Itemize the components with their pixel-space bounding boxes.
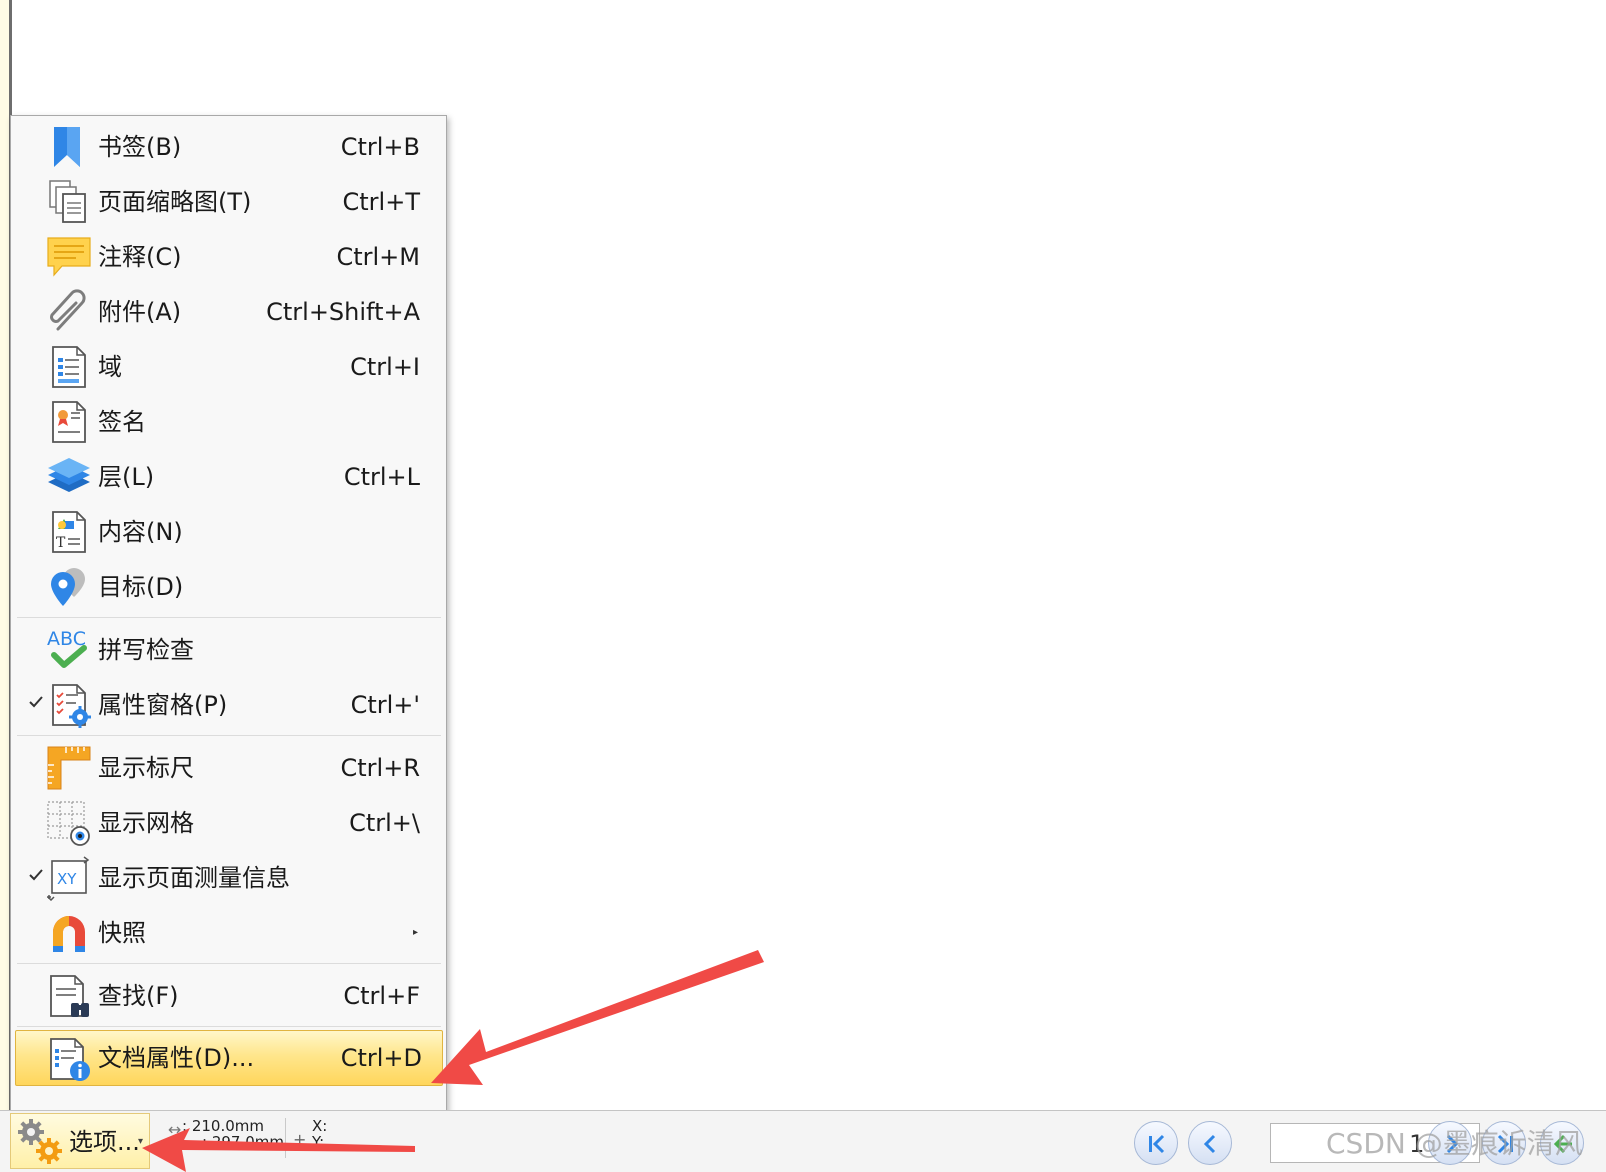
app-window: 书签(B) Ctrl+B 页面缩略图(T) Ctrl+T 注释(C) Ctrl+…: [0, 0, 1606, 1172]
form-fields-icon: [46, 344, 92, 390]
menu-item-shortcut: Ctrl+R: [340, 754, 421, 782]
grid-icon: [46, 800, 92, 846]
content-icon: T: [46, 509, 92, 555]
menu-item-shortcut: Ctrl+B: [340, 133, 420, 161]
view-menu: 书签(B) Ctrl+B 页面缩略图(T) Ctrl+T 注释(C) Ctrl+…: [10, 115, 447, 1113]
svg-text:ABC: ABC: [47, 628, 86, 650]
menu-item-label: 文档属性(D)...: [98, 1044, 255, 1072]
menu-item-label: 页面缩略图(T): [98, 188, 252, 216]
menu-item-label: 内容(N): [98, 518, 183, 546]
menu-item-signatures[interactable]: 签名: [13, 395, 444, 449]
page-size-icon: ↔: [168, 1120, 182, 1139]
menu-item-shortcut: Ctrl+L: [343, 463, 420, 491]
document-properties-icon: [46, 1036, 92, 1082]
menu-item-label: 注释(C): [98, 243, 182, 271]
snapshot-magnet-icon: [46, 910, 92, 956]
svg-text:XY: XY: [57, 870, 77, 888]
check-icon: [28, 694, 44, 710]
find-icon: [46, 973, 92, 1019]
menu-item-shortcut: Ctrl+F: [343, 982, 420, 1010]
spell-check-icon: ABC: [46, 627, 92, 673]
paperclip-icon: [46, 289, 92, 335]
submenu-arrow-icon: ▸: [412, 927, 418, 938]
menu-separator: [17, 735, 441, 736]
menu-item-layers[interactable]: 层(L) Ctrl+L: [13, 450, 444, 504]
menu-item-show-grid[interactable]: 显示网格 Ctrl+\: [13, 796, 444, 850]
page-height-value: : 297.0mm: [202, 1133, 284, 1151]
menu-item-label: 快照: [98, 919, 146, 947]
menu-item-shortcut: Ctrl+Shift+A: [266, 298, 420, 326]
layers-icon: [46, 454, 92, 500]
menu-item-label: 显示网格: [98, 809, 194, 837]
menu-item-label: 层(L): [98, 463, 155, 491]
menu-item-shortcut: Ctrl+': [350, 691, 420, 719]
menu-item-shortcut: Ctrl+M: [336, 243, 420, 271]
menu-item-snapshot[interactable]: 快照 ▸: [13, 906, 444, 960]
svg-text:T: T: [56, 535, 66, 551]
xy-measure-icon: XY: [46, 855, 92, 902]
menu-item-shortcut: Ctrl+T: [342, 188, 420, 216]
menu-item-shortcut: Ctrl+\: [349, 809, 420, 837]
options-label: 选项...: [69, 1128, 140, 1156]
options-button[interactable]: 选项... ▾: [10, 1113, 150, 1169]
page-width-value: : 210.0mm: [182, 1117, 264, 1135]
menu-separator: [17, 617, 441, 618]
menu-item-fields[interactable]: 域 Ctrl+I: [13, 340, 444, 394]
menu-item-label: 查找(F): [98, 982, 179, 1010]
comment-icon: [46, 234, 92, 280]
menu-item-shortcut: Ctrl+D: [340, 1044, 422, 1072]
ruler-icon: [46, 745, 92, 791]
check-icon: [28, 867, 44, 883]
bookmark-icon: [46, 124, 92, 170]
menu-item-label: 属性窗格(P): [98, 691, 228, 719]
menu-item-label: 显示标尺: [98, 754, 194, 782]
cursor-y-label: Y:: [312, 1133, 325, 1151]
menu-item-destinations[interactable]: 目标(D): [13, 560, 444, 614]
status-divider: [285, 1118, 286, 1158]
menu-item-properties-pane[interactable]: 属性窗格(P) Ctrl+': [13, 678, 444, 732]
menu-item-document-properties[interactable]: 文档属性(D)... Ctrl+D: [15, 1030, 443, 1086]
signature-icon: [46, 399, 92, 445]
menu-item-find[interactable]: 查找(F) Ctrl+F: [13, 969, 444, 1023]
menu-item-page-thumbnails[interactable]: 页面缩略图(T) Ctrl+T: [13, 175, 444, 229]
menu-item-label: 显示页面测量信息: [98, 864, 290, 892]
menu-item-show-rulers[interactable]: 显示标尺 Ctrl+R: [13, 741, 444, 795]
properties-pane-icon: [46, 682, 92, 728]
menu-item-comments[interactable]: 注释(C) Ctrl+M: [13, 230, 444, 284]
menu-item-label: 目标(D): [98, 573, 184, 601]
destination-pin-icon: [46, 564, 92, 610]
menu-item-shortcut: Ctrl+I: [350, 353, 420, 381]
menu-item-label: 签名: [98, 408, 146, 436]
menu-item-content[interactable]: T 内容(N): [13, 505, 444, 559]
previous-page-icon: [1203, 1134, 1216, 1154]
menu-separator: [17, 963, 441, 964]
menu-item-label: 书签(B): [98, 133, 182, 161]
menu-item-bookmarks[interactable]: 书签(B) Ctrl+B: [13, 120, 444, 174]
menu-item-label: 域: [98, 353, 122, 381]
previous-page-button[interactable]: [1188, 1121, 1232, 1165]
menu-item-label: 附件(A): [98, 298, 182, 326]
cursor-position-icon: +: [293, 1130, 307, 1149]
menu-item-spell-check[interactable]: ABC 拼写检查: [13, 623, 444, 677]
cursor-x-label: X:: [312, 1117, 328, 1135]
watermark: CSDN @墨痕诉清风: [1326, 1127, 1583, 1160]
first-page-button[interactable]: [1134, 1121, 1178, 1165]
menu-separator: [17, 1026, 441, 1027]
menu-item-label: 拼写检查: [98, 636, 194, 664]
gears-icon: [15, 1116, 67, 1168]
dropdown-arrow-icon: ▾: [137, 1136, 143, 1147]
page-thumbnails-icon: [46, 179, 92, 225]
menu-item-show-page-measurements[interactable]: XY 显示页面测量信息: [13, 851, 444, 905]
first-page-icon: [1149, 1134, 1165, 1154]
menu-item-attachments[interactable]: 附件(A) Ctrl+Shift+A: [13, 285, 444, 339]
